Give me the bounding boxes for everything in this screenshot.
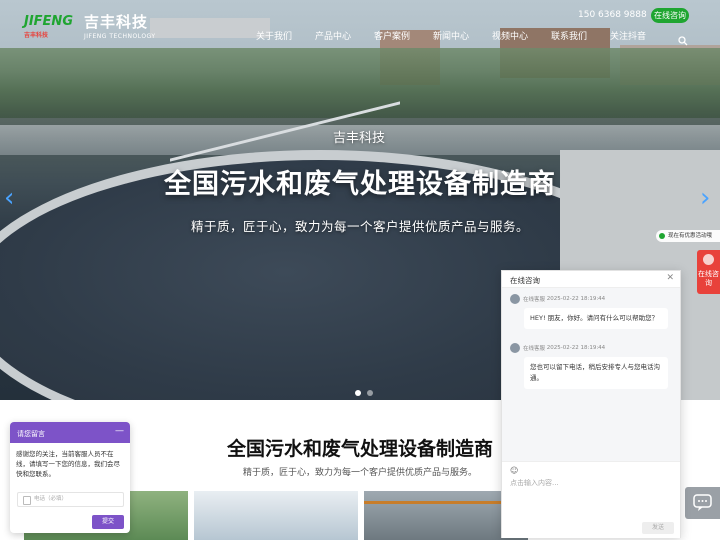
promo-activity-tag[interactable]: 现在有优惠活动哦 bbox=[656, 230, 720, 242]
chat-message: 在线客服 2025-02-22 18:19:44 您也可以留下电话，稍后安排专人… bbox=[510, 343, 675, 389]
phone-field[interactable]: 电话（必填） bbox=[17, 492, 124, 507]
carousel-dot[interactable] bbox=[355, 390, 361, 396]
nav-news[interactable]: 新闻中心 bbox=[433, 29, 469, 42]
logo-company-english: JIFENG TECHNOLOGY bbox=[84, 32, 156, 40]
carousel-dots bbox=[355, 390, 373, 396]
logo-text: 吉丰科技 JIFENG TECHNOLOGY bbox=[84, 11, 156, 40]
message-bubble: 您也可以留下电话，稍后安排专人与您电话沟通。 bbox=[524, 357, 668, 389]
agent-avatar-icon bbox=[510, 343, 520, 353]
logo-company-name: 吉丰科技 bbox=[84, 12, 149, 31]
leave-message-text: 感谢您的关注，当前客服人员不在线，请填写一下您的信息，我们会尽快和您联系。 bbox=[16, 450, 120, 478]
send-button[interactable]: 发送 bbox=[642, 522, 674, 534]
chat-header: 在线咨询 ✕ bbox=[502, 271, 680, 288]
message-time: 2025-02-22 18:19:44 bbox=[546, 296, 606, 302]
floating-chat-button[interactable] bbox=[685, 487, 720, 519]
message-bubble: HEY! 朋友，你好。请问有什么可以帮助您？ bbox=[524, 308, 668, 329]
nav-douyin[interactable]: 关注抖音 bbox=[610, 29, 646, 42]
hero-kicker: 吉丰科技 bbox=[332, 131, 385, 146]
logo-mark-text: JIFENG bbox=[24, 14, 73, 29]
nav-contact[interactable]: 联系我们 bbox=[551, 29, 587, 42]
chat-input-area[interactable]: ☺ 点击输入内容... 发送 bbox=[502, 461, 680, 538]
emoji-icon[interactable]: ☺ bbox=[510, 466, 518, 475]
close-icon[interactable]: ✕ bbox=[666, 273, 674, 283]
header-consult-button[interactable]: 在线咨询 bbox=[651, 8, 689, 23]
hero-subtitle: 精于质，匠于心，致力为每一个客户提供优质产品与服务。 bbox=[190, 219, 529, 234]
chat-message: 在线客服 2025-02-22 18:19:44 HEY! 朋友，你好。请问有什… bbox=[510, 294, 675, 329]
logo-mark-subtext: 吉丰科技 bbox=[24, 32, 49, 39]
chat-bubble-icon bbox=[693, 494, 712, 511]
minimize-icon[interactable]: — bbox=[115, 426, 124, 436]
case-thumbnail[interactable] bbox=[194, 491, 358, 540]
site-logo[interactable]: JIFENG 吉丰科技 吉丰科技 JIFENG TECHNOLOGY bbox=[24, 10, 156, 40]
leave-message-panel: 请您留言 — 感谢您的关注，当前客服人员不在线，请填写一下您的信息，我们会尽快和… bbox=[10, 422, 130, 533]
carousel-prev-arrow-icon[interactable]: ‹ bbox=[4, 185, 20, 211]
message-sender: 在线客服 bbox=[523, 297, 546, 303]
hero-background-trees bbox=[0, 48, 720, 118]
submit-button[interactable]: 提交 bbox=[92, 515, 124, 529]
carousel-next-arrow-icon[interactable]: › bbox=[700, 185, 716, 211]
chat-header-title: 在线咨询 bbox=[510, 276, 540, 285]
carousel-dot[interactable] bbox=[367, 390, 373, 396]
nav-cases[interactable]: 客户案例 bbox=[374, 29, 410, 42]
side-online-consult-button[interactable]: 在线咨询 bbox=[697, 250, 720, 294]
agent-avatar-icon bbox=[510, 294, 520, 304]
nav-videos[interactable]: 视频中心 bbox=[492, 29, 528, 42]
chat-input[interactable]: 点击输入内容... bbox=[510, 478, 559, 488]
chat-messages: 在线客服 2025-02-22 18:19:44 HEY! 朋友，你好。请问有什… bbox=[502, 288, 680, 461]
message-sender: 在线客服 bbox=[523, 346, 546, 352]
hero-title: 全国污水和废气处理设备制造商 bbox=[164, 169, 556, 200]
leave-message-title: 请您留言 bbox=[17, 430, 45, 438]
nav-about[interactable]: 关于我们 bbox=[256, 29, 292, 42]
leave-message-header: 请您留言 — bbox=[10, 422, 130, 443]
search-icon[interactable] bbox=[678, 31, 688, 46]
nav-products[interactable]: 产品中心 bbox=[315, 29, 351, 42]
message-time: 2025-02-22 18:19:44 bbox=[546, 345, 606, 351]
chat-panel: 在线咨询 ✕ 在线客服 2025-02-22 18:19:44 HEY! 朋友，… bbox=[501, 270, 681, 538]
header-phone: 150 6368 9888 bbox=[578, 10, 647, 20]
logo-mark: JIFENG 吉丰科技 bbox=[24, 10, 78, 40]
site-header: JIFENG 吉丰科技 吉丰科技 JIFENG TECHNOLOGY 关于我们 … bbox=[0, 0, 720, 48]
